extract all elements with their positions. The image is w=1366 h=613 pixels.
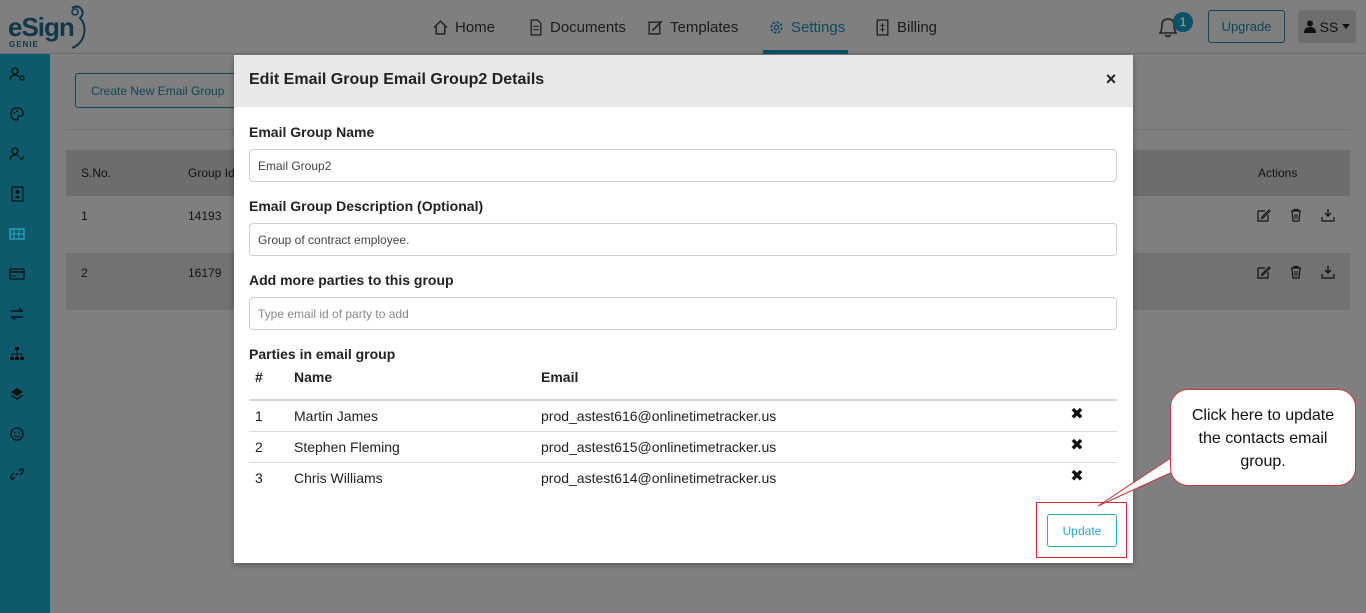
sidebar-item-email-groups[interactable] [9, 226, 25, 242]
download-icon[interactable] [1321, 208, 1335, 222]
user-menu-button[interactable]: SS [1298, 10, 1356, 43]
update-highlight-box [1036, 502, 1127, 558]
party-name: Chris Williams [294, 470, 383, 486]
user-gear-icon [9, 67, 25, 81]
row-sno: 1 [81, 209, 88, 223]
sidebar-item-links[interactable] [9, 466, 25, 482]
header-actions: Actions [1258, 166, 1298, 180]
chevron-down-icon [1342, 23, 1351, 29]
create-email-group-button[interactable]: Create New Email Group [75, 73, 245, 108]
party-number: 2 [255, 439, 263, 455]
settings-sidebar [0, 54, 50, 613]
sidebar-item-users[interactable] [9, 146, 25, 162]
card-icon [9, 268, 25, 280]
party-name: Martin James [294, 408, 379, 424]
row-divider [249, 431, 1117, 432]
edit-email-group-modal: Edit Email Group Email Group2 Details × … [234, 55, 1133, 563]
contact-book-icon [11, 186, 24, 202]
edit-icon[interactable] [1257, 265, 1271, 279]
close-icon[interactable]: × [1103, 70, 1119, 88]
logo-subtext: GENIE [9, 40, 39, 49]
transfer-arrows-icon [10, 307, 24, 321]
party-number: 3 [255, 470, 263, 486]
email-group-icon [9, 228, 25, 240]
modal-header: Edit Email Group Email Group2 Details × [234, 55, 1133, 107]
billing-icon [876, 18, 889, 36]
add-party-email-input[interactable] [249, 297, 1117, 330]
user-check-icon [9, 147, 25, 161]
row-divider [249, 462, 1117, 463]
party-email: prod_astest615@onlinetimetracker.us [541, 439, 777, 455]
active-tab-indicator [763, 50, 848, 54]
gear-icon [770, 20, 783, 34]
party-email: prod_astest614@onlinetimetracker.us [541, 470, 777, 486]
nav-templates-label: Templates [670, 18, 739, 36]
sidebar-item-workflow[interactable] [9, 346, 25, 362]
nav-settings-label: Settings [791, 18, 846, 36]
top-navbar: eSign GENIE Home Documents Templates Set… [0, 0, 1366, 54]
layers-icon [10, 388, 24, 400]
document-icon [530, 18, 542, 36]
nav-home[interactable]: Home [432, 0, 495, 54]
smiley-icon [10, 427, 24, 441]
template-icon [648, 20, 663, 35]
home-icon [433, 19, 448, 35]
header-sno: S.No. [81, 166, 112, 180]
add-parties-label: Add more parties to this group [249, 272, 454, 288]
group-description-label: Email Group Description (Optional) [249, 198, 484, 214]
modal-title: Edit Email Group Email Group2 Details [249, 71, 545, 88]
party-name: Stephen Fleming [294, 439, 400, 455]
column-name: Name [294, 369, 333, 385]
column-email: Email [541, 369, 579, 385]
instruction-callout: Click here to update the contacts email … [1170, 389, 1356, 486]
row-group-id: 14193 [188, 209, 222, 223]
table-divider [249, 399, 1117, 401]
row-group-id: 16179 [188, 266, 222, 280]
header-group-id: Group Id [188, 166, 235, 180]
link-icon [9, 468, 25, 480]
sidebar-item-contacts[interactable] [9, 186, 25, 202]
nav-settings[interactable]: Settings [768, 0, 845, 54]
genie-mascot-icon [71, 5, 86, 49]
download-icon[interactable] [1321, 265, 1335, 279]
trash-icon[interactable] [1289, 265, 1303, 279]
remove-party-icon[interactable]: ✖ [1070, 469, 1084, 485]
remove-party-icon[interactable]: ✖ [1070, 407, 1084, 423]
sidebar-item-user-settings[interactable] [9, 66, 25, 82]
column-number: # [255, 369, 263, 385]
sidebar-item-billing[interactable] [9, 266, 25, 282]
group-name-input[interactable] [249, 149, 1117, 182]
remove-party-icon[interactable]: ✖ [1070, 438, 1084, 454]
sidebar-item-transfer[interactable] [9, 306, 25, 322]
edit-icon[interactable] [1257, 208, 1271, 222]
notification-count-badge: 1 [1173, 12, 1193, 32]
party-number: 1 [255, 408, 263, 424]
upgrade-button[interactable]: Upgrade [1208, 10, 1285, 43]
sidebar-item-feedback[interactable] [9, 426, 25, 442]
nav-templates[interactable]: Templates [647, 0, 738, 54]
user-icon [1303, 20, 1316, 33]
parties-label: Parties in email group [249, 346, 396, 362]
party-email: prod_astest616@onlinetimetracker.us [541, 408, 777, 424]
sidebar-item-branding[interactable] [9, 106, 25, 122]
group-name-label: Email Group Name [249, 124, 375, 140]
user-initials: SS [1319, 18, 1339, 35]
nav-documents[interactable]: Documents [527, 0, 626, 54]
trash-icon[interactable] [1289, 208, 1303, 222]
esign-genie-logo[interactable]: eSign GENIE [8, 4, 90, 50]
nav-documents-label: Documents [550, 18, 626, 36]
group-description-input[interactable] [249, 223, 1117, 256]
nav-billing-label: Billing [897, 18, 938, 36]
nav-billing[interactable]: Billing [874, 0, 937, 54]
sitemap-icon [10, 347, 24, 360]
nav-home-label: Home [455, 18, 496, 36]
sidebar-item-integrations[interactable] [9, 386, 25, 402]
row-sno: 2 [81, 266, 88, 280]
palette-icon [10, 107, 24, 121]
